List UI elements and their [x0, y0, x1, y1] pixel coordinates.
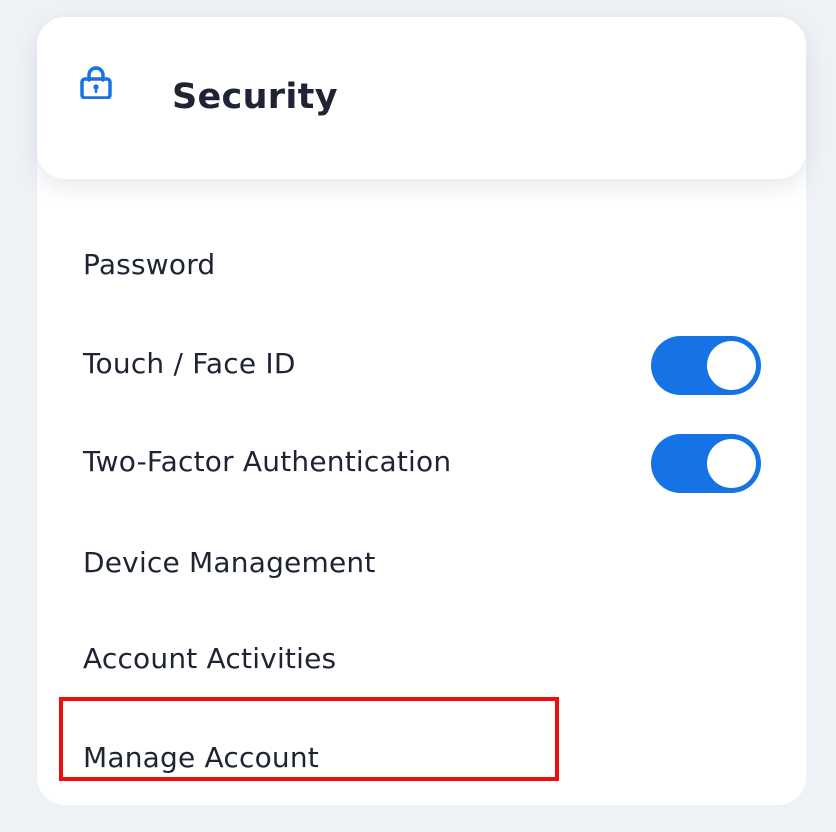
- toggle-knob: [707, 341, 756, 390]
- page-title: Security: [172, 77, 338, 117]
- menu-item-touch-face-id[interactable]: Touch / Face ID: [37, 324, 806, 404]
- security-header: Security: [37, 17, 806, 179]
- touch-face-id-toggle[interactable]: [651, 336, 761, 395]
- menu-item-label: Device Management: [83, 546, 376, 579]
- menu-item-label: Account Activities: [83, 642, 337, 675]
- menu-item-label: Manage Account: [83, 741, 319, 774]
- security-card: Security Password Touch / Face ID Two-Fa…: [37, 17, 806, 805]
- two-factor-toggle[interactable]: [651, 434, 761, 493]
- menu-item-label: Two-Factor Authentication: [83, 445, 452, 478]
- toggle-knob: [707, 439, 756, 488]
- menu-item-two-factor-authentication[interactable]: Two-Factor Authentication: [37, 422, 806, 502]
- lock-icon: [80, 65, 112, 99]
- menu-item-device-management[interactable]: Device Management: [37, 523, 806, 603]
- menu-item-label: Password: [83, 248, 216, 281]
- menu-item-account-activities[interactable]: Account Activities: [37, 619, 806, 699]
- menu-item-manage-account[interactable]: Manage Account: [37, 718, 806, 798]
- menu-item-label: Touch / Face ID: [83, 347, 296, 380]
- menu-item-password[interactable]: Password: [37, 225, 806, 305]
